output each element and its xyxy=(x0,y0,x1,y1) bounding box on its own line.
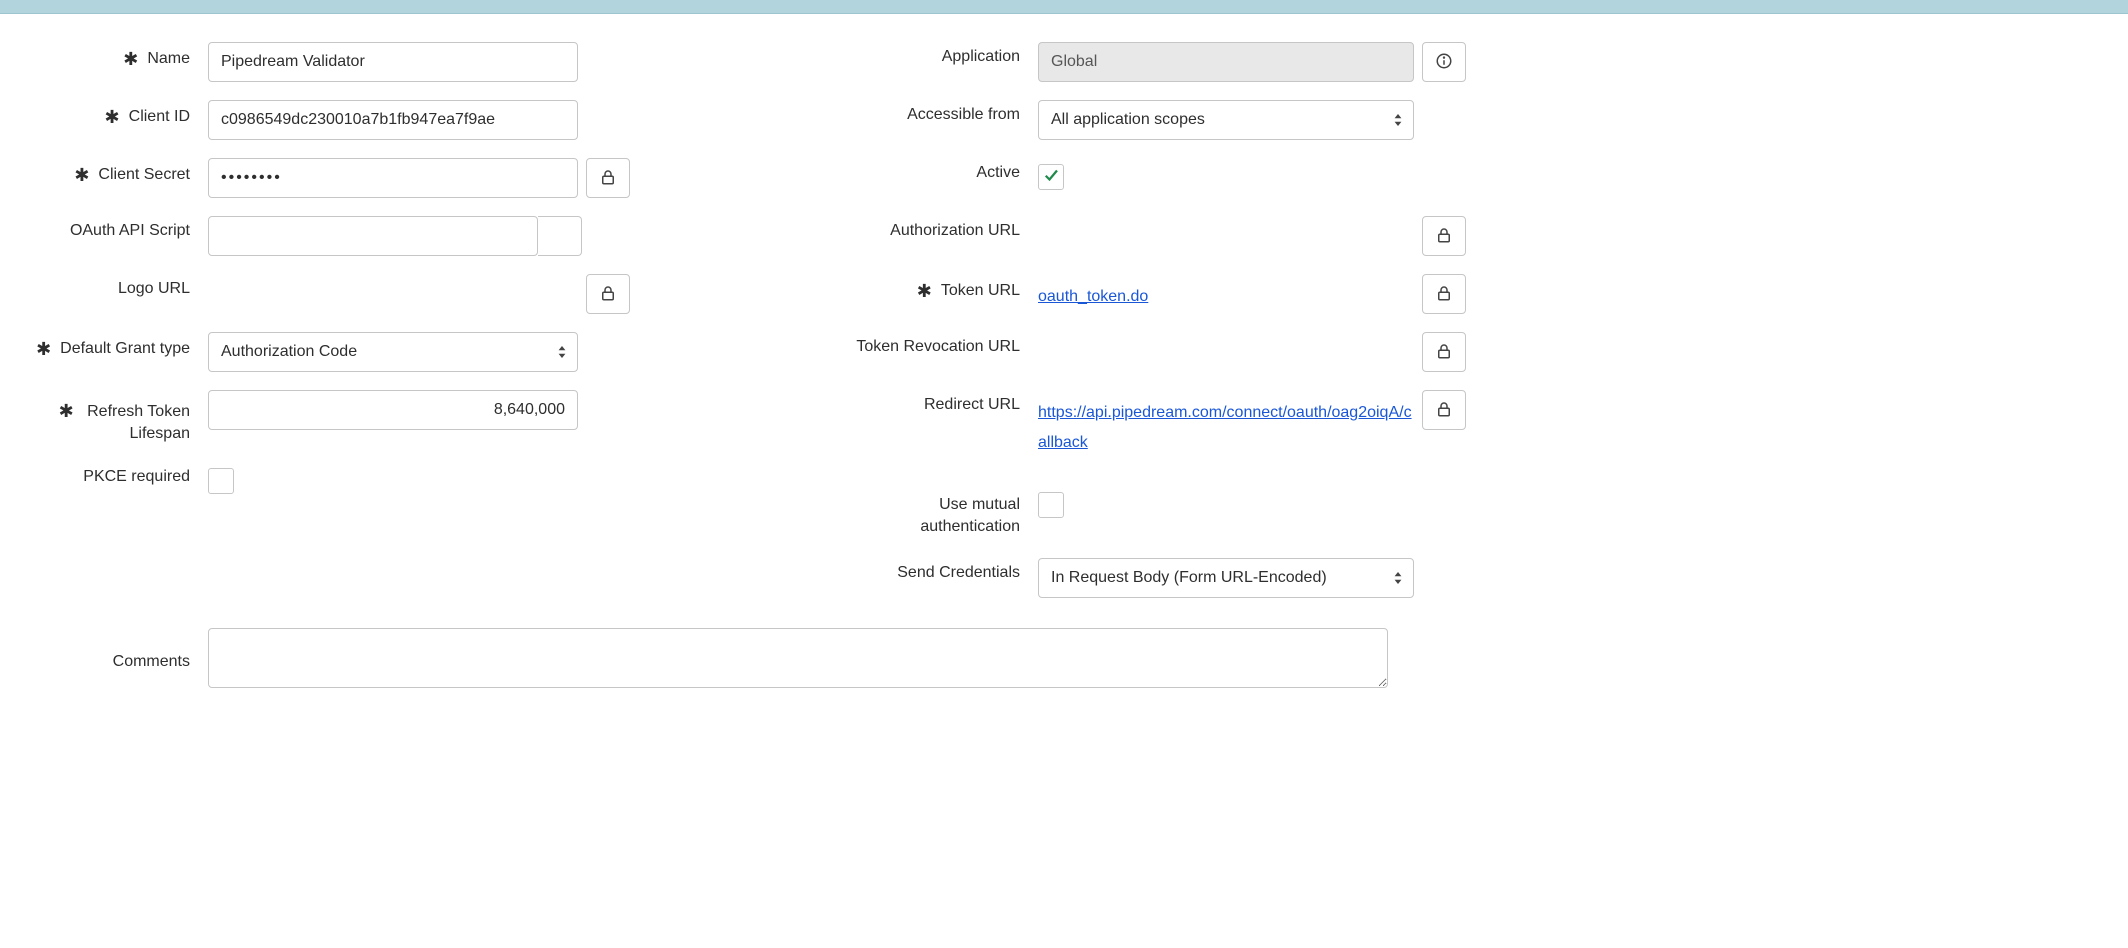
row-client-secret: ✱ Client Secret xyxy=(0,156,630,214)
label-authorization-url: Authorization URL xyxy=(890,222,1020,240)
required-icon: ✱ xyxy=(105,107,120,128)
row-pkce-required: PKCE required xyxy=(0,460,630,518)
client-id-input[interactable] xyxy=(208,100,578,140)
default-grant-type-select[interactable]: Authorization Code xyxy=(208,332,578,372)
required-icon: ✱ xyxy=(74,165,89,186)
token-url-lock-button[interactable] xyxy=(1422,274,1466,314)
refresh-token-lifespan-input[interactable] xyxy=(208,390,578,430)
lock-icon xyxy=(599,168,617,189)
oauth-api-script-lookup-button[interactable] xyxy=(538,216,582,256)
label-comments: Comments xyxy=(113,653,190,671)
label-pkce-required: PKCE required xyxy=(83,468,190,486)
chevron-sort-icon xyxy=(1393,572,1403,584)
application-value: Global xyxy=(1038,42,1414,82)
label-token-revocation-url: Token Revocation URL xyxy=(856,338,1020,356)
row-authorization-url: Authorization URL xyxy=(630,214,1510,272)
row-client-id: ✱ Client ID xyxy=(0,98,630,156)
required-icon: ✱ xyxy=(917,281,932,302)
name-input[interactable] xyxy=(208,42,578,82)
row-active: Active xyxy=(630,156,1510,214)
comments-textarea[interactable] xyxy=(208,628,1388,688)
row-send-credentials: Send Credentials In Request Body (Form U… xyxy=(630,556,1510,614)
row-logo-url: Logo URL xyxy=(0,272,630,330)
application-info-button[interactable] xyxy=(1422,42,1466,82)
form-container: ✱ Name ✱ Client ID ✱ Clien xyxy=(0,14,2128,688)
row-accessible-from: Accessible from All application scopes xyxy=(630,98,1510,156)
label-use-mutual-auth-l2: authentication xyxy=(920,518,1020,535)
client-secret-lock-button[interactable] xyxy=(586,158,630,198)
lock-icon xyxy=(599,284,617,305)
lock-icon xyxy=(1435,226,1453,247)
row-token-url: ✱ Token URL oauth_token.do xyxy=(630,272,1510,330)
redirect-url-link[interactable]: https://api.pipedream.com/connect/oauth/… xyxy=(1038,390,1414,459)
token-url-link[interactable]: oauth_token.do xyxy=(1038,274,1148,312)
required-icon: ✱ xyxy=(59,401,74,421)
row-comments: Comments xyxy=(0,614,2128,688)
pkce-required-checkbox[interactable] xyxy=(208,468,234,494)
label-oauth-api-script: OAuth API Script xyxy=(70,222,190,240)
label-token-url: Token URL xyxy=(941,282,1020,300)
lock-icon xyxy=(1435,400,1453,421)
check-icon xyxy=(1042,166,1060,189)
row-use-mutual-authentication: Use mutual authentication xyxy=(630,484,1510,556)
lock-icon xyxy=(1435,284,1453,305)
redirect-url-lock-button[interactable] xyxy=(1422,390,1466,430)
required-icon: ✱ xyxy=(123,49,138,70)
info-icon xyxy=(1435,52,1453,73)
row-default-grant-type: ✱ Default Grant type Authorization Code xyxy=(0,330,630,388)
lock-icon xyxy=(1435,342,1453,363)
row-name: ✱ Name xyxy=(0,40,630,98)
row-refresh-token-lifespan: ✱ Refresh Token Lifespan xyxy=(0,388,630,460)
label-refresh-token-lifespan-l1: Refresh Token xyxy=(87,403,190,420)
label-refresh-token-lifespan-l2: Lifespan xyxy=(130,425,191,442)
label-active: Active xyxy=(976,164,1020,182)
left-column: ✱ Name ✱ Client ID ✱ Clien xyxy=(0,40,630,614)
token-revocation-url-lock-button[interactable] xyxy=(1422,332,1466,372)
header-bar xyxy=(0,0,2128,14)
label-client-secret: Client Secret xyxy=(98,166,190,184)
accessible-from-select[interactable]: All application scopes xyxy=(1038,100,1414,140)
chevron-sort-icon xyxy=(1393,114,1403,126)
label-use-mutual-auth-l1: Use mutual xyxy=(939,496,1020,513)
row-redirect-url: Redirect URL https://api.pipedream.com/c… xyxy=(630,388,1510,484)
label-redirect-url: Redirect URL xyxy=(924,396,1020,414)
send-credentials-value: In Request Body (Form URL-Encoded) xyxy=(1051,569,1327,587)
row-oauth-api-script: OAuth API Script xyxy=(0,214,630,272)
right-column: Application Global Accessible from xyxy=(630,40,1510,614)
label-application: Application xyxy=(942,48,1020,66)
label-accessible-from: Accessible from xyxy=(907,106,1020,124)
label-send-credentials: Send Credentials xyxy=(897,564,1020,582)
oauth-api-script-input[interactable] xyxy=(208,216,538,256)
chevron-sort-icon xyxy=(557,346,567,358)
default-grant-type-value: Authorization Code xyxy=(221,343,357,361)
label-client-id: Client ID xyxy=(129,108,190,126)
row-application: Application Global xyxy=(630,40,1510,98)
label-default-grant-type: Default Grant type xyxy=(60,340,190,358)
client-secret-input[interactable] xyxy=(208,158,578,198)
active-checkbox[interactable] xyxy=(1038,164,1064,190)
use-mutual-authentication-checkbox[interactable] xyxy=(1038,492,1064,518)
label-logo-url: Logo URL xyxy=(118,280,190,298)
logo-url-lock-button[interactable] xyxy=(586,274,630,314)
label-name: Name xyxy=(147,50,190,68)
authorization-url-lock-button[interactable] xyxy=(1422,216,1466,256)
required-icon: ✱ xyxy=(36,339,51,360)
send-credentials-select[interactable]: In Request Body (Form URL-Encoded) xyxy=(1038,558,1414,598)
row-token-revocation-url: Token Revocation URL xyxy=(630,330,1510,388)
accessible-from-value: All application scopes xyxy=(1051,111,1205,129)
